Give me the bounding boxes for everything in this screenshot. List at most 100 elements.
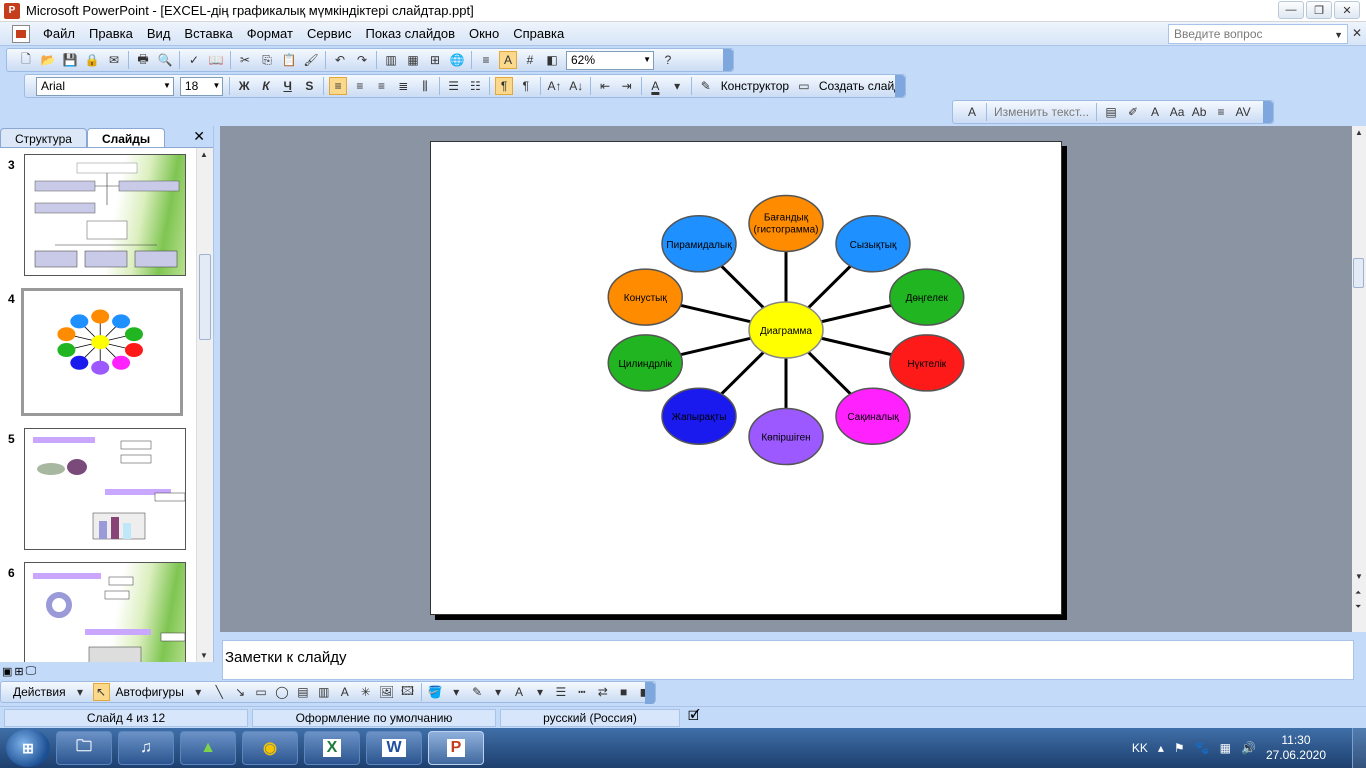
oval-icon[interactable]: ◯ <box>274 683 291 701</box>
research-icon[interactable]: 📖 <box>207 51 225 69</box>
font-color-icon[interactable]: A <box>647 77 665 95</box>
restore-button[interactable]: ❐ <box>1306 1 1332 19</box>
menu-insert[interactable]: Вставка <box>177 24 239 44</box>
open-folder-icon[interactable]: 📂 <box>39 51 57 69</box>
wordart-vertical-icon[interactable]: Ab <box>1190 103 1208 121</box>
explorer-taskbar-button[interactable]: 🗀 <box>56 731 112 765</box>
text-box-icon[interactable]: ▤ <box>294 683 311 701</box>
menu-slideshow[interactable]: Показ слайдов <box>358 24 462 44</box>
align-left-icon[interactable]: ≡ <box>329 77 347 95</box>
autoshapes-menu[interactable]: Автофигуры <box>116 685 184 699</box>
word-taskbar-button[interactable]: W <box>366 731 422 765</box>
wordart-spacing-icon[interactable]: AV <box>1234 103 1252 121</box>
justify-icon[interactable]: ≣ <box>394 77 412 95</box>
ask-question-input[interactable]: Введите вопрос ▼ <box>1168 24 1348 44</box>
next-slide-icon[interactable]: ⏷ <box>1355 602 1361 612</box>
increase-indent-icon[interactable]: ⇥ <box>618 77 636 95</box>
start-button[interactable]: ⊞ <box>6 729 50 767</box>
network-icon[interactable]: ▦ <box>1220 741 1231 755</box>
paste-icon[interactable]: 📋 <box>280 51 298 69</box>
menu-format[interactable]: Формат <box>240 24 300 44</box>
wordart-shape-icon[interactable]: A <box>1146 103 1164 121</box>
arrow-icon[interactable]: ↘ <box>232 683 249 701</box>
status-design[interactable]: Оформление по умолчанию <box>252 708 496 727</box>
diagram-icon[interactable]: ✳ <box>357 683 374 701</box>
show-formatting-icon[interactable]: A <box>499 51 517 69</box>
spelling-status-icon[interactable]: 🗹 <box>688 707 700 729</box>
cut-icon[interactable]: ✂ <box>236 51 254 69</box>
font-name-combo[interactable]: Arial ▼ <box>36 76 174 96</box>
insert-hyperlink-icon[interactable]: 🌐 <box>448 51 466 69</box>
pane-close-button[interactable]: ✕ <box>193 128 205 145</box>
minimize-button[interactable]: — <box>1278 1 1304 19</box>
help-icon[interactable]: ? <box>659 51 677 69</box>
previous-slide-icon[interactable]: ⏶ <box>1355 588 1361 598</box>
tab-outline[interactable]: Структура <box>0 128 87 147</box>
toolbar-options-grip[interactable] <box>645 682 655 704</box>
scrollbar-thumb[interactable] <box>1353 258 1364 288</box>
tables-borders-icon[interactable]: ⊞ <box>426 51 444 69</box>
chevron-down-icon[interactable]: ▼ <box>212 81 220 90</box>
toolbar-options-grip[interactable] <box>895 75 905 97</box>
bold-button[interactable]: Ж <box>235 77 253 95</box>
designer-button[interactable]: Конструктор <box>721 79 789 93</box>
chrome-taskbar-button[interactable]: ◉ <box>242 731 298 765</box>
slide-scrollbar[interactable]: ▲ ▼ ⏶ ⏷ <box>1352 126 1366 632</box>
toolbar-options-grip[interactable] <box>723 49 733 71</box>
slide-sorter-view-icon[interactable]: ⊞ <box>14 665 23 678</box>
wordart-gallery-icon[interactable]: ▤ <box>1102 103 1120 121</box>
dash-style-icon[interactable]: ┅ <box>573 683 590 701</box>
keyboard-language[interactable]: KK <box>1132 741 1148 755</box>
underline-button[interactable]: Ч <box>279 77 297 95</box>
print-preview-icon[interactable]: 🔍 <box>156 51 174 69</box>
normal-view-icon[interactable]: ▣ <box>2 665 12 678</box>
scroll-down-icon[interactable]: ▼ <box>1355 572 1363 581</box>
save-icon[interactable]: 💾 <box>61 51 79 69</box>
scrollbar-thumb[interactable] <box>199 254 211 340</box>
columns-icon[interactable]: ⫼ <box>416 77 434 95</box>
line-icon[interactable]: ╲ <box>211 683 228 701</box>
clip-art-icon[interactable]: 🖼 <box>378 683 395 701</box>
menu-edit[interactable]: Правка <box>82 24 140 44</box>
format-painter-icon[interactable]: 🖌 <box>302 51 320 69</box>
slide-thumbnail-3[interactable] <box>24 154 186 276</box>
insert-chart-icon[interactable]: ▥ <box>382 51 400 69</box>
wordart-icon[interactable]: A <box>336 683 353 701</box>
chevron-down-icon[interactable]: ▾ <box>72 683 89 701</box>
italic-button[interactable]: К <box>257 77 275 95</box>
tab-slides[interactable]: Слайды <box>86 128 166 147</box>
wordart-same-height-icon[interactable]: Aa <box>1168 103 1186 121</box>
show-desktop-button[interactable] <box>1352 728 1366 768</box>
edit-text-button[interactable]: Изменить текст... <box>994 105 1089 119</box>
chevron-down-icon[interactable]: ▾ <box>490 683 507 701</box>
document-icon[interactable] <box>12 24 30 43</box>
bullets-icon[interactable]: ☷ <box>467 77 485 95</box>
new-slide-button[interactable]: Создать слайд <box>819 79 901 93</box>
notes-pane[interactable]: Заметки к слайду <box>222 640 1354 680</box>
arrow-style-icon[interactable]: ⇄ <box>594 683 611 701</box>
clock[interactable]: 11:30 27.06.2020 <box>1266 733 1326 763</box>
increase-font-icon[interactable]: A↑ <box>546 77 564 95</box>
line-color-icon[interactable]: ✎ <box>469 683 486 701</box>
align-center-icon[interactable]: ≡ <box>351 77 369 95</box>
decrease-font-icon[interactable]: A↓ <box>567 77 585 95</box>
current-slide[interactable]: Бағандық (гистограмма) Сызықтық Дөңгелек Нүк… <box>430 141 1062 615</box>
excel-taskbar-button[interactable]: X <box>304 731 360 765</box>
email-icon[interactable]: ✉ <box>105 51 123 69</box>
vertical-text-box-icon[interactable]: ▥ <box>315 683 332 701</box>
powerpoint-taskbar-button[interactable]: P <box>428 731 484 765</box>
slideshow-view-icon[interactable]: 🖵 <box>26 665 37 678</box>
color-grayscale-icon[interactable]: ◧ <box>543 51 561 69</box>
document-close-button[interactable]: ✕ <box>1352 26 1362 40</box>
status-language[interactable]: русский (Россия) <box>500 708 680 727</box>
shadow-button[interactable]: S <box>301 77 319 95</box>
font-size-combo[interactable]: 18 ▼ <box>179 76 224 96</box>
diagram-svg[interactable]: Бағандық(гистограмма) Сызықтық Дөңгелек Нүк… <box>431 142 1061 614</box>
zoom-combo[interactable]: 62% ▼ <box>566 50 654 70</box>
insert-table-icon[interactable]: ▦ <box>404 51 422 69</box>
slide-thumbnail-6[interactable] <box>24 562 186 662</box>
close-button[interactable]: ✕ <box>1334 1 1360 19</box>
align-right-icon[interactable]: ≡ <box>373 77 391 95</box>
menu-window[interactable]: Окно <box>462 24 506 44</box>
chevron-down-icon[interactable]: ▾ <box>190 683 207 701</box>
